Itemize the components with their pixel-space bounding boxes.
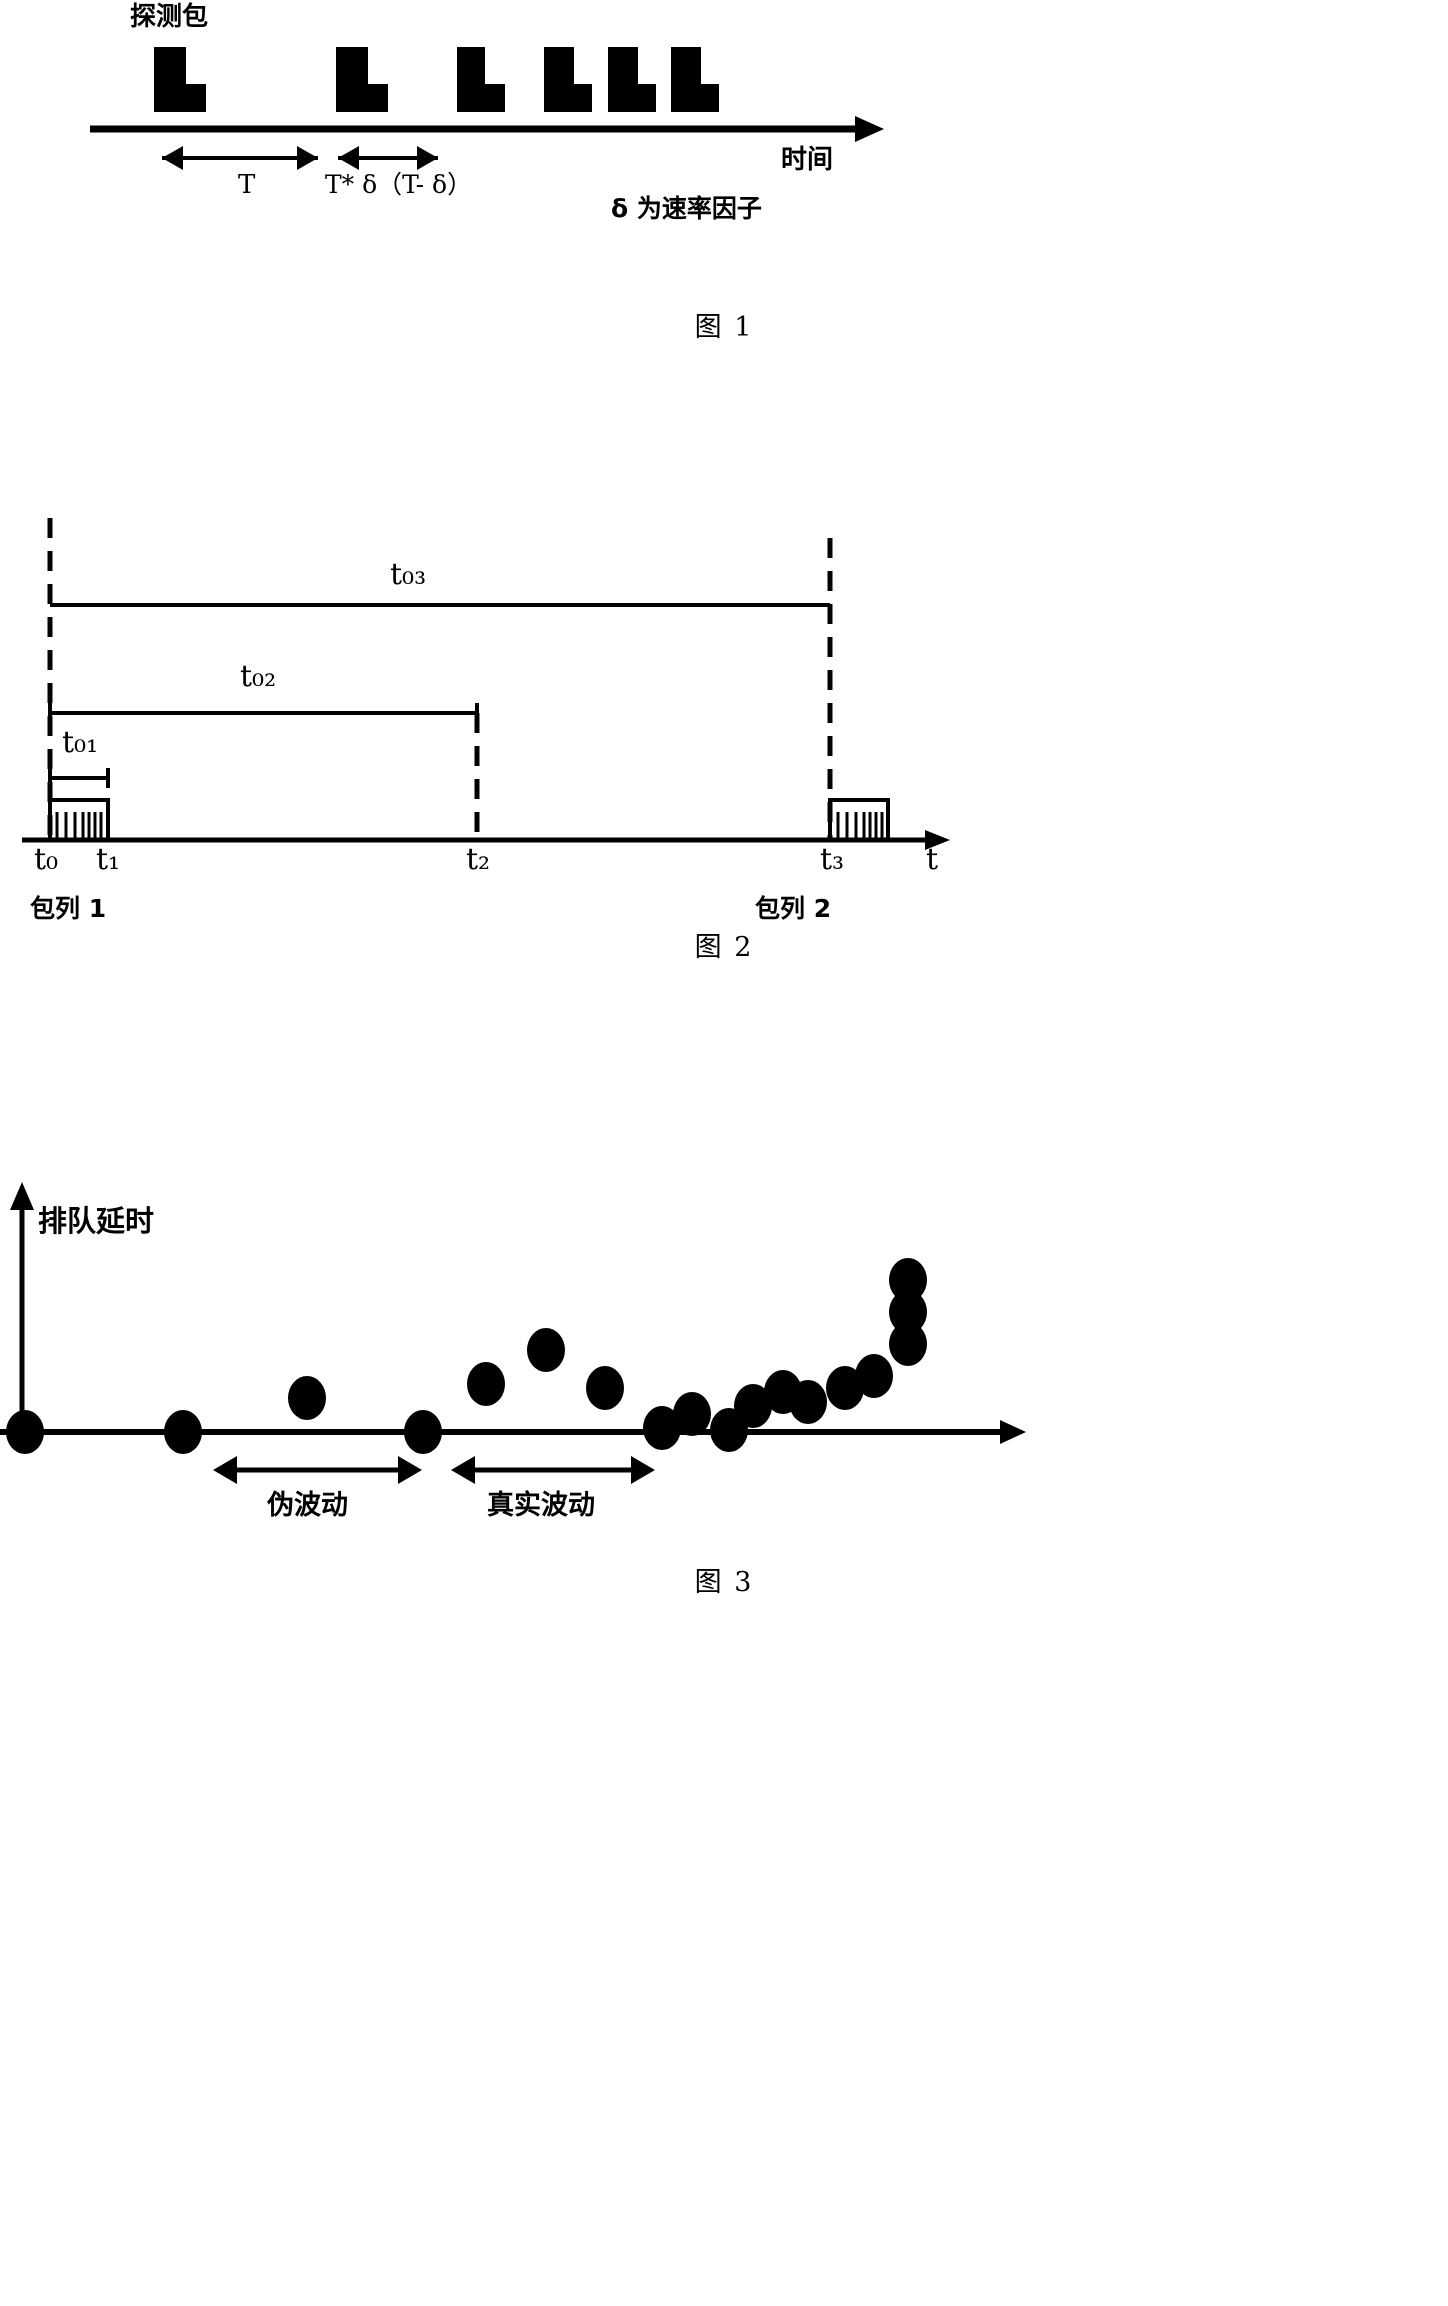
interval-T-delta-label: T* δ（T- δ） (325, 170, 473, 199)
scatter-point (467, 1362, 505, 1406)
rate-factor-note: δ 为速率因子 (611, 194, 762, 223)
label-t3: t₃ (820, 842, 845, 877)
label-t02: t₀₂ (240, 659, 277, 694)
figure-2-timing-graphic (22, 518, 950, 850)
interval-t02-bar (48, 703, 479, 723)
x-axis (0, 1420, 1026, 1444)
scatter-point (288, 1376, 326, 1420)
packet-train-1-label: 包列 1 (30, 894, 107, 923)
figure-3-caption: 图 3 (694, 1567, 754, 1598)
y-axis-label: 排队延时 (38, 1204, 155, 1238)
label-t0: t₀ (34, 842, 59, 877)
interval-t01-bar (48, 768, 110, 788)
scatter-point (789, 1380, 827, 1424)
scatter-point (6, 1410, 44, 1454)
figure-3: 排队延时 伪波动 真实波动 图 3 (0, 1180, 1448, 2300)
probe-packet-5 (608, 47, 656, 112)
label-t1: t₁ (96, 842, 121, 877)
time-axis (90, 116, 884, 142)
label-t2: t₂ (466, 842, 491, 877)
probe-packet-6 (671, 47, 719, 112)
figure-1: 探测包 时间 T T* δ（T- δ） δ 为速率因子 图 1 (0, 0, 1448, 350)
scatter-point (673, 1392, 711, 1436)
figure-2-caption: 图 2 (694, 932, 754, 963)
interval-T-delta-arrow (338, 146, 438, 170)
probe-packet-1 (154, 47, 206, 112)
scatter-point (889, 1258, 927, 1302)
scatter-point (527, 1328, 565, 1372)
interval-T-label: T (238, 170, 256, 200)
probe-packet-3 (457, 47, 505, 112)
figure-2: t₀₃ t₀₂ t₀₁ t₀ t₁ t₂ t₃ t 包列 1 包列 2 图 2 (0, 500, 1448, 963)
span-arrow-pseudo (213, 1456, 422, 1484)
scatter-point (586, 1366, 624, 1410)
label-t-axis: t (926, 842, 939, 877)
probe-packet-4 (544, 47, 592, 112)
packet-train-2-label: 包列 2 (755, 894, 832, 923)
scatter-point (164, 1410, 202, 1454)
probe-packet-2 (336, 47, 388, 112)
packet-train-1 (48, 798, 110, 840)
label-t03: t₀₃ (390, 557, 427, 592)
time-axis-label: 时间 (781, 145, 834, 175)
label-t01: t₀₁ (62, 725, 99, 760)
real-fluctuation-label: 真实波动 (487, 1490, 595, 1521)
interval-T-arrow (162, 146, 318, 170)
packet-train-2 (828, 798, 890, 840)
span-arrow-real (451, 1456, 655, 1484)
figure-3-scatter-graphic (0, 1182, 1026, 1484)
pseudo-fluctuation-label: 伪波动 (267, 1490, 348, 1521)
scatter-point (855, 1354, 893, 1398)
figure-1-caption: 图 1 (694, 312, 754, 343)
y-axis (10, 1182, 34, 1450)
scatter-points (6, 1258, 927, 1454)
scatter-point (404, 1410, 442, 1454)
